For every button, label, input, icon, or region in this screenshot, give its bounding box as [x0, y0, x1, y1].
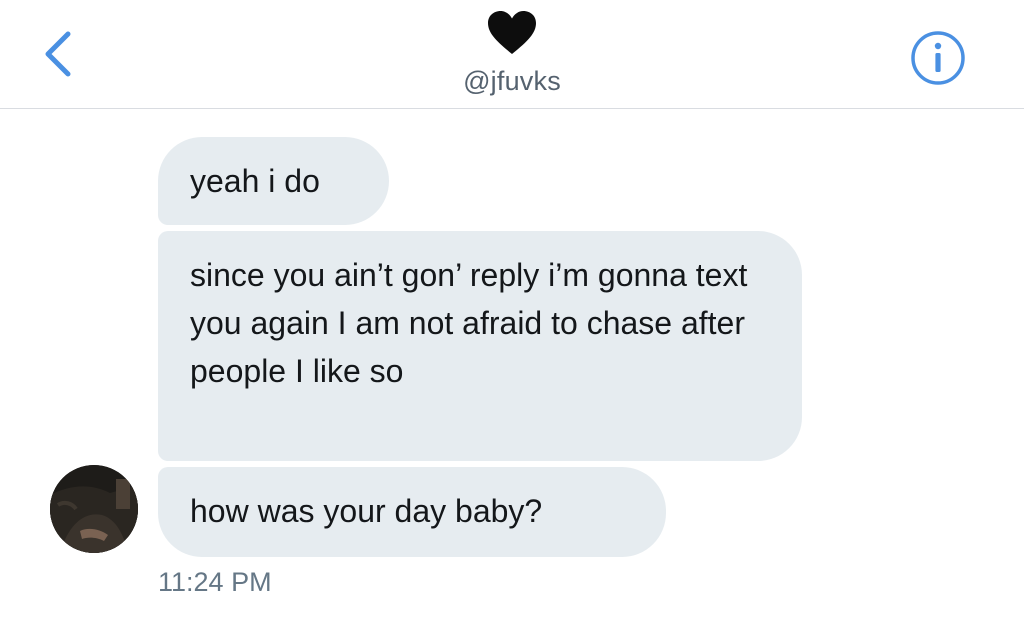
message-text: how was your day baby? [190, 493, 543, 529]
message-bubble[interactable]: yeah i do [158, 137, 389, 225]
message-thread: yeah i do since you ain’t gon’ reply i’m… [0, 109, 1024, 640]
message-timestamp: 11:24 PM [158, 567, 272, 597]
chevron-left-icon [45, 31, 71, 77]
conversation-header: @jfuvks [0, 0, 1024, 109]
conversation-title[interactable]: @jfuvks [412, 10, 612, 100]
username-handle: @jfuvks [463, 66, 561, 96]
info-button[interactable] [910, 30, 966, 86]
back-button[interactable] [36, 26, 84, 82]
message-bubble[interactable]: how was your day baby? [158, 467, 666, 557]
message-text: yeah i do [190, 163, 320, 199]
dm-conversation-screen: @jfuvks yeah i do since you ain’t gon’ r… [0, 0, 1024, 640]
avatar[interactable] [50, 465, 138, 553]
message-bubble[interactable]: since you ain’t gon’ reply i’m gonna tex… [158, 231, 802, 461]
message-text: since you ain’t gon’ reply i’m gonna tex… [190, 257, 748, 389]
black-heart-icon [488, 11, 536, 54]
avatar-photo [50, 465, 138, 553]
info-icon [911, 31, 965, 85]
